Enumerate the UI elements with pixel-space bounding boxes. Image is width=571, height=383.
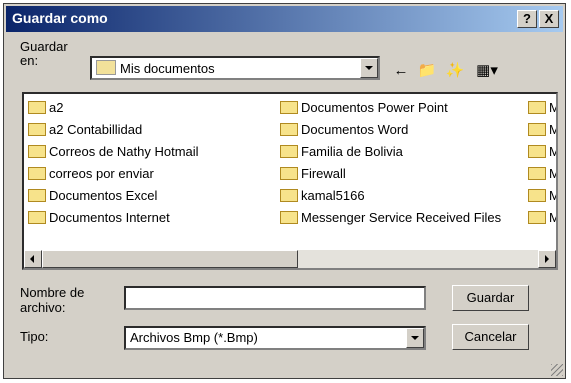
folder-icon: [28, 101, 46, 114]
help-button[interactable]: ?: [517, 10, 537, 28]
list-item[interactable]: M: [528, 98, 556, 118]
folder-icon: [280, 167, 298, 180]
filename-input[interactable]: [124, 286, 426, 310]
save-button[interactable]: Guardar: [452, 285, 529, 311]
list-item[interactable]: a2 Contabillidad: [28, 120, 142, 140]
list-item[interactable]: a2: [28, 98, 63, 118]
list-item[interactable]: kamal5166: [280, 186, 365, 206]
list-item[interactable]: Familia de Bolivia: [280, 142, 403, 162]
list-item[interactable]: Messenger Service Received Files: [280, 208, 501, 228]
resize-grip-icon[interactable]: [551, 364, 563, 376]
scroll-left-icon[interactable]: [24, 250, 42, 268]
list-item[interactable]: M: [528, 120, 556, 140]
folder-icon: [280, 101, 298, 114]
list-item[interactable]: Documentos Internet: [28, 208, 170, 228]
folder-icon: [280, 189, 298, 202]
up-folder-icon[interactable]: 📁: [416, 60, 438, 82]
folder-icon: [28, 189, 46, 202]
save-in-value: Mis documentos: [120, 61, 215, 76]
folder-icon: [528, 101, 546, 114]
my-documents-icon: [96, 60, 116, 75]
folder-icon: [28, 211, 46, 224]
folder-icon: [280, 211, 298, 224]
back-arrow-icon[interactable]: ←: [390, 60, 412, 82]
close-button[interactable]: X: [539, 10, 559, 28]
folder-icon: [28, 167, 46, 180]
list-item[interactable]: Firewall: [280, 164, 346, 184]
filetype-dropdown-button[interactable]: [406, 328, 424, 348]
save-as-dialog: Guardar como ? X Guardar en: Mis documen…: [3, 3, 566, 379]
list-item[interactable]: correos por enviar: [28, 164, 154, 184]
views-menu-icon[interactable]: ▦▾: [472, 60, 502, 82]
list-item[interactable]: Documentos Power Point: [280, 98, 448, 118]
filetype-label: Tipo:: [20, 329, 49, 344]
title-bar[interactable]: Guardar como ? X: [6, 6, 563, 32]
folder-icon: [528, 145, 546, 158]
file-list[interactable]: a2 a2 Contabillidad Correos de Nathy Hot…: [22, 92, 558, 270]
folder-icon: [280, 145, 298, 158]
dialog-title: Guardar como: [12, 10, 108, 26]
save-in-dropdown[interactable]: Mis documentos: [90, 56, 380, 80]
scroll-thumb[interactable]: [42, 250, 298, 268]
filetype-dropdown[interactable]: Archivos Bmp (*.Bmp): [124, 326, 426, 350]
list-item[interactable]: M: [528, 208, 556, 228]
filename-label: Nombre de archivo:: [20, 285, 85, 315]
folder-icon: [28, 145, 46, 158]
folder-icon: [528, 211, 546, 224]
folder-icon: [528, 123, 546, 136]
scroll-right-icon[interactable]: [538, 250, 556, 268]
cancel-button[interactable]: Cancelar: [452, 324, 529, 350]
save-in-dropdown-button[interactable]: [360, 58, 378, 78]
folder-icon: [28, 123, 46, 136]
folder-icon: [528, 167, 546, 180]
folder-icon: [280, 123, 298, 136]
list-item[interactable]: M: [528, 142, 556, 162]
horizontal-scrollbar[interactable]: [24, 250, 556, 268]
filetype-value: Archivos Bmp (*.Bmp): [130, 330, 258, 345]
new-folder-icon[interactable]: ✨: [444, 60, 466, 82]
list-item[interactable]: M: [528, 186, 556, 206]
list-item[interactable]: Documentos Excel: [28, 186, 157, 206]
list-item[interactable]: Documentos Word: [280, 120, 408, 140]
save-in-label: Guardar en:: [20, 39, 68, 68]
list-item[interactable]: M: [528, 164, 556, 184]
folder-icon: [528, 189, 546, 202]
list-item[interactable]: Correos de Nathy Hotmail: [28, 142, 199, 162]
